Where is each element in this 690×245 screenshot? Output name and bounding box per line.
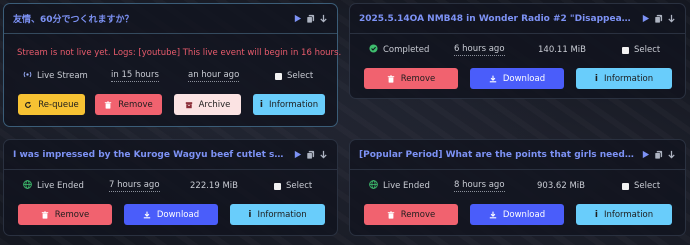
created-time: 7 hours ago (109, 180, 160, 192)
download-icon (143, 211, 151, 218)
copy-icon[interactable] (654, 150, 663, 159)
select-checkbox[interactable] (275, 72, 282, 80)
remove-button[interactable]: Remove (364, 68, 458, 89)
download-icon (489, 75, 497, 82)
play-icon[interactable] (293, 150, 302, 159)
download-button[interactable]: Download (470, 204, 564, 225)
archive-icon (185, 101, 192, 108)
download-icon (489, 211, 497, 218)
information-button[interactable]: i Information (576, 204, 672, 225)
file-size: 903.62 MiB (537, 181, 585, 191)
created-time: an hour ago (188, 70, 240, 82)
info-icon: i (248, 209, 252, 220)
copy-icon[interactable] (654, 14, 663, 23)
created-time: 8 hours ago (454, 180, 505, 192)
video-card-3: I was impressed by the Kuroge Wagyu beef… (3, 139, 338, 236)
live-stream-icon (23, 70, 32, 82)
remove-button[interactable]: Remove (364, 204, 458, 225)
information-button[interactable]: i Information (253, 94, 325, 115)
card-header: [Popular Period] What are the points tha… (350, 140, 685, 170)
created-time: 6 hours ago (454, 44, 505, 56)
video-card-1: 友情、60分でつくれますか？ Stream is not live yet. L… (3, 3, 342, 127)
info-icon: i (594, 73, 598, 84)
card-header: I was impressed by the Kuroge Wagyu beef… (4, 140, 337, 170)
video-title[interactable]: 友情、60分でつくれますか？ (13, 12, 287, 25)
video-title[interactable]: 2025.5.14OA NMB48 in Wonder Radio #2 "Di… (359, 14, 635, 24)
play-icon[interactable] (293, 14, 302, 23)
archive-button[interactable]: Archive (174, 94, 241, 115)
remove-button[interactable]: Remove (18, 204, 112, 225)
info-icon: i (259, 99, 263, 110)
card-header: 2025.5.14OA NMB48 in Wonder Radio #2 "Di… (350, 4, 685, 34)
video-title[interactable]: I was impressed by the Kuroge Wagyu beef… (13, 150, 287, 160)
copy-icon[interactable] (306, 14, 315, 23)
trash-icon (387, 210, 394, 219)
play-icon[interactable] (641, 14, 650, 23)
trash-icon (105, 100, 112, 109)
play-icon[interactable] (641, 150, 650, 159)
download-arrow-icon[interactable] (319, 150, 328, 159)
file-size: 222.19 MiB (190, 181, 238, 191)
select-label: Select (286, 181, 313, 191)
download-arrow-icon[interactable] (319, 14, 328, 23)
file-size: 140.11 MiB (538, 45, 586, 55)
select-label: Select (634, 45, 661, 55)
globe-icon (23, 180, 32, 192)
information-button[interactable]: i Information (576, 68, 672, 89)
select-checkbox[interactable] (622, 46, 629, 54)
refresh-icon (25, 101, 32, 108)
select-label: Select (634, 181, 661, 191)
information-button[interactable]: i Information (230, 204, 325, 225)
status-label: Live Stream (37, 71, 88, 81)
status-label: Completed (383, 45, 430, 55)
download-arrow-icon[interactable] (667, 150, 676, 159)
info-icon: i (594, 209, 598, 220)
video-title[interactable]: [Popular Period] What are the points tha… (359, 150, 635, 160)
requeue-button[interactable]: Re-queue (18, 94, 85, 115)
select-label: Select (287, 71, 314, 81)
scheduled-time: in 15 hours (111, 70, 159, 82)
globe-icon (369, 180, 378, 192)
copy-icon[interactable] (306, 150, 315, 159)
download-button[interactable]: Download (124, 204, 218, 225)
trash-icon (387, 74, 394, 83)
video-card-2: 2025.5.14OA NMB48 in Wonder Radio #2 "Di… (349, 3, 686, 99)
card-header: 友情、60分でつくれますか？ (4, 4, 337, 34)
error-message: Stream is not live yet. Logs: [youtube] … (17, 48, 342, 58)
remove-button[interactable]: Remove (95, 94, 162, 115)
download-button[interactable]: Download (470, 68, 564, 89)
status-label: Live Ended (383, 181, 430, 191)
select-checkbox[interactable] (622, 182, 629, 190)
status-label: Live Ended (37, 181, 84, 191)
check-circle-icon (369, 44, 378, 56)
select-checkbox[interactable] (274, 182, 281, 190)
trash-icon (41, 210, 48, 219)
video-card-4: [Popular Period] What are the points tha… (349, 139, 686, 236)
download-arrow-icon[interactable] (667, 14, 676, 23)
